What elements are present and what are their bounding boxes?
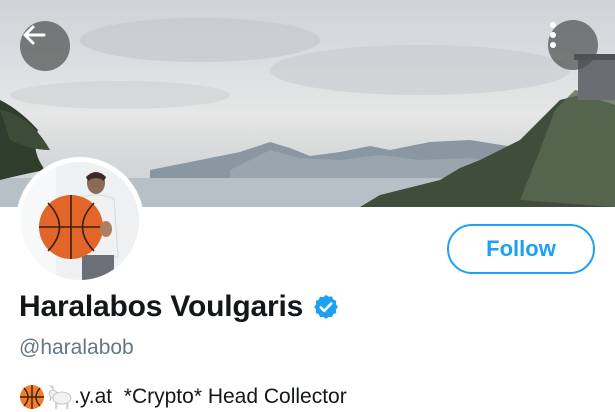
avatar[interactable] — [16, 157, 144, 285]
more-options-button[interactable] — [548, 20, 598, 70]
basketball-emoji — [19, 384, 45, 410]
follow-button[interactable]: Follow — [447, 224, 595, 274]
goat-emoji — [46, 384, 72, 410]
back-button[interactable] — [20, 21, 70, 71]
verified-badge-icon — [312, 293, 340, 321]
vertical-dots-icon — [550, 22, 556, 48]
avatar-person-with-basketball — [19, 160, 141, 282]
arrow-left-icon — [23, 25, 46, 45]
follow-button-label: Follow — [486, 236, 556, 261]
bio-text: .y.at *Crypto* Head Collector — [74, 385, 347, 408]
profile-handle: @haralabob — [19, 336, 134, 359]
profile-name-row: Haralabos Voulgaris — [19, 287, 340, 327]
profile-bio: .y.at *Crypto* Head Collector — [19, 382, 347, 412]
display-name: Haralabos Voulgaris — [19, 290, 304, 323]
